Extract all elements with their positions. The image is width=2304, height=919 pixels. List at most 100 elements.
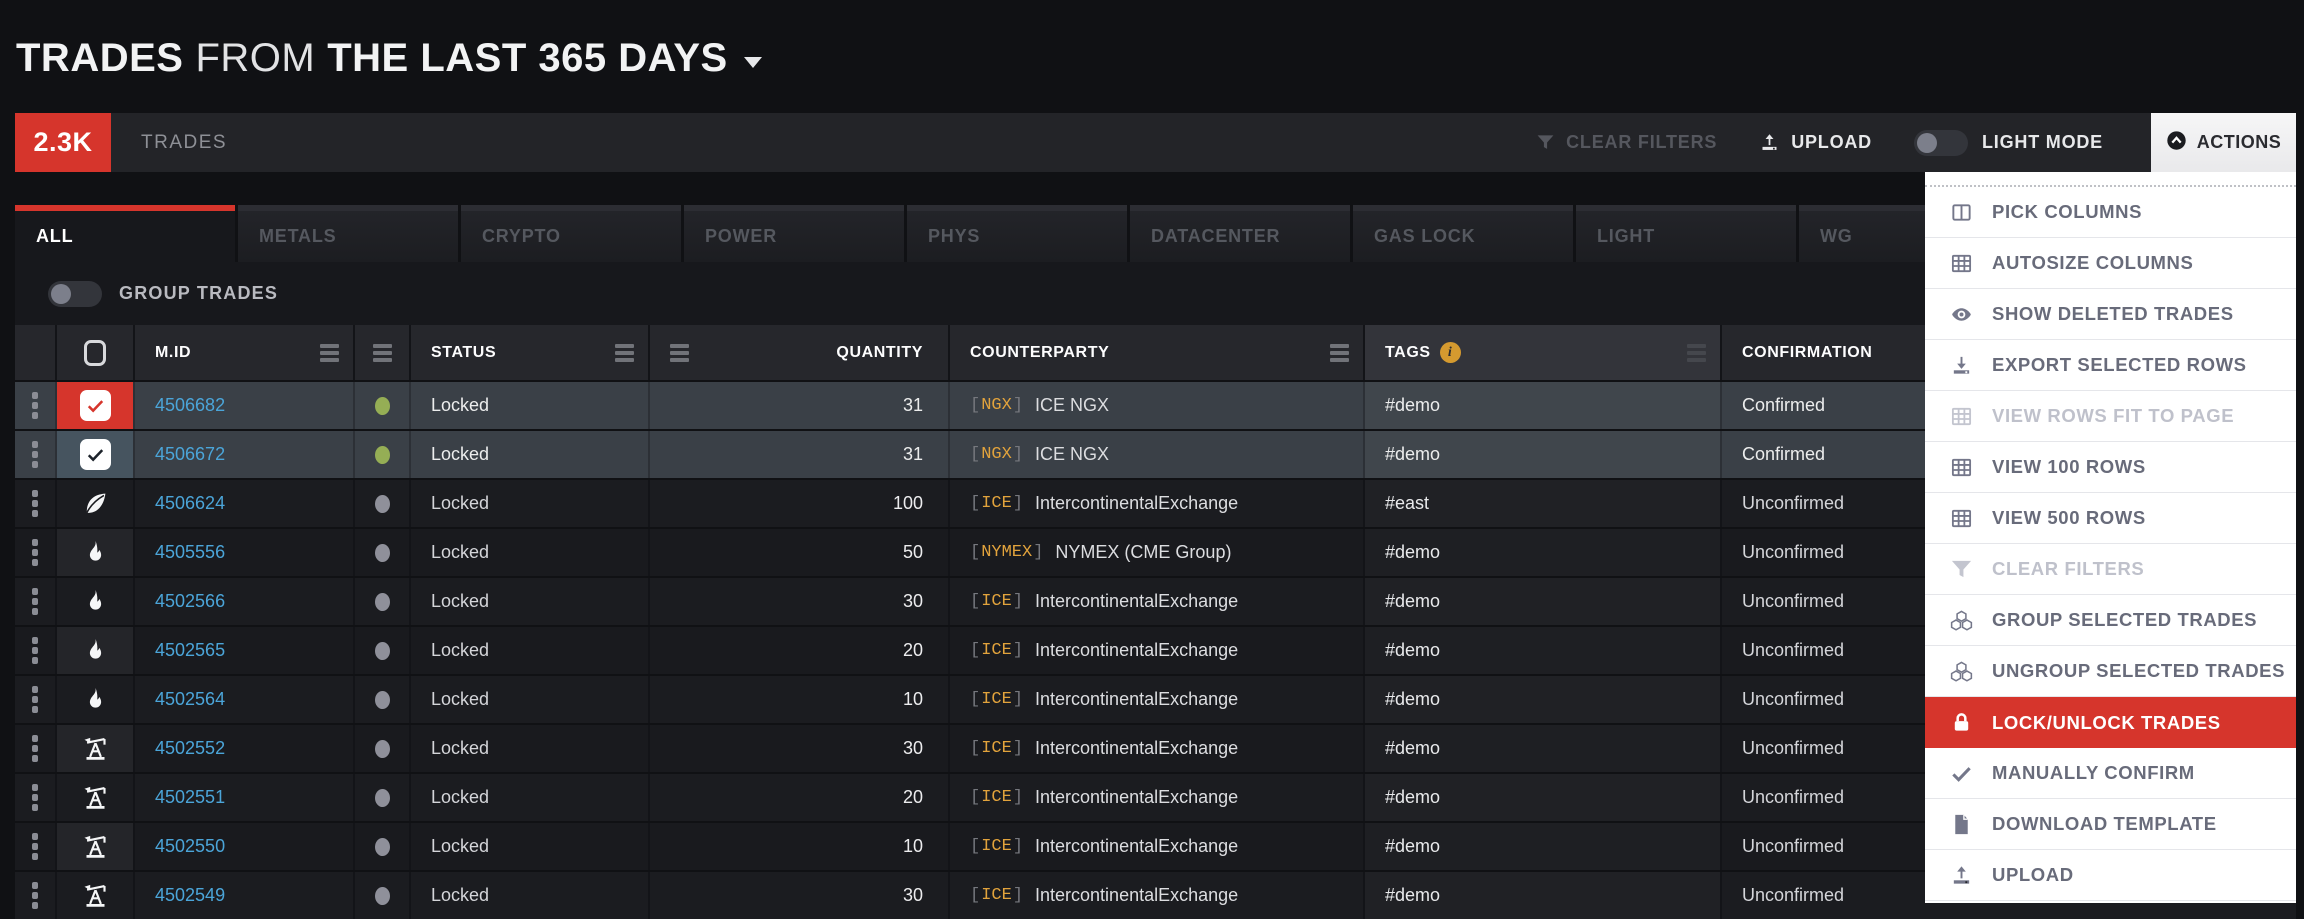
tab-metals[interactable]: METALS (238, 205, 458, 262)
tab-label: PHYS (928, 226, 980, 247)
row-select-cell[interactable] (57, 872, 135, 919)
row-kebab-menu-icon[interactable] (32, 882, 38, 909)
column-header-statusdot[interactable] (355, 325, 411, 380)
light-mode-toggle[interactable] (1914, 130, 1968, 156)
tab-datacenter[interactable]: DATACENTER (1130, 205, 1350, 262)
row-select-cell[interactable] (57, 627, 135, 674)
menu-item-label: MANUALLY CONFIRM (1992, 762, 2195, 784)
row-select-cell[interactable] (57, 676, 135, 723)
menu-item-upload[interactable]: UPLOAD (1925, 850, 2296, 901)
column-menu-icon[interactable] (1330, 344, 1349, 362)
trade-id-link[interactable]: 4506682 (155, 395, 225, 416)
trade-id-link[interactable]: 4502551 (155, 787, 225, 808)
row-select-cell[interactable] (57, 725, 135, 772)
row-kebab-menu-icon[interactable] (32, 441, 38, 468)
file-icon (1950, 813, 1973, 836)
column-header-quantity[interactable]: QUANTITY (650, 325, 950, 380)
quantity-cell: 30 (650, 725, 950, 772)
trade-id-link[interactable]: 4502565 (155, 640, 225, 661)
status-cell: Locked (411, 725, 650, 772)
column-header-status[interactable]: STATUS (411, 325, 650, 380)
trade-id-link[interactable]: 4502564 (155, 689, 225, 710)
tags-cell: #demo (1365, 382, 1722, 429)
row-checkbox-checked[interactable] (80, 390, 111, 421)
menu-item-view-500-rows[interactable]: VIEW 500 ROWS (1925, 493, 2296, 544)
row-kebab-menu-icon[interactable] (32, 686, 38, 713)
row-kebab-menu-icon[interactable] (32, 784, 38, 811)
row-kebab-menu-icon[interactable] (32, 735, 38, 762)
menu-item-export-selected-rows[interactable]: EXPORT SELECTED ROWS (1925, 340, 2296, 391)
column-menu-icon[interactable] (373, 344, 392, 362)
actions-button[interactable]: ACTIONS (2151, 113, 2296, 172)
column-menu-icon[interactable] (1687, 344, 1706, 362)
trade-id-link[interactable]: 4505556 (155, 542, 225, 563)
menu-item-label: EXPORT SELECTED ROWS (1992, 354, 2247, 376)
row-select-cell[interactable] (57, 382, 135, 429)
row-select-cell[interactable] (57, 431, 135, 478)
row-select-cell[interactable] (57, 823, 135, 870)
tab-light[interactable]: LIGHT (1576, 205, 1796, 262)
status-cell: Locked (411, 627, 650, 674)
menu-item-group-selected-trades[interactable]: GROUP SELECTED TRADES (1925, 595, 2296, 646)
header-kebab-spacer (15, 325, 57, 380)
row-kebab-menu-icon[interactable] (32, 539, 38, 566)
row-kebab-menu-icon[interactable] (32, 637, 38, 664)
tab-gas-lock[interactable]: GAS LOCK (1353, 205, 1573, 262)
counterparty-name: IntercontinentalExchange (1035, 640, 1238, 661)
row-checkbox-checked[interactable] (80, 439, 111, 470)
quantity-cell: 20 (650, 774, 950, 821)
trade-id-link[interactable]: 4502549 (155, 885, 225, 906)
column-label-confirmation: CONFIRMATION (1742, 344, 1872, 362)
counterparty-cell: ICE IntercontinentalExchange (950, 480, 1365, 527)
counterparty-cell: ICE IntercontinentalExchange (950, 872, 1365, 919)
row-kebab-menu-icon[interactable] (32, 588, 38, 615)
tab-label: GAS LOCK (1374, 226, 1475, 247)
select-all-checkbox[interactable] (57, 325, 135, 380)
row-kebab-menu-icon[interactable] (32, 490, 38, 517)
tags-info-icon[interactable]: i (1440, 342, 1461, 363)
menu-item-show-deleted-trades[interactable]: SHOW DELETED TRADES (1925, 289, 2296, 340)
trade-id-link[interactable]: 4502566 (155, 591, 225, 612)
menu-item-manually-confirm[interactable]: MANUALLY CONFIRM (1925, 748, 2296, 799)
status-dot (375, 642, 390, 660)
menu-item-download-template[interactable]: DOWNLOAD TEMPLATE (1925, 799, 2296, 850)
pick-columns-icon (1950, 201, 1973, 224)
status-cell: Locked (411, 529, 650, 576)
upload-button[interactable]: UPLOAD (1759, 132, 1872, 153)
trade-id-link[interactable]: 4506624 (155, 493, 225, 514)
column-menu-icon[interactable] (615, 344, 634, 362)
column-menu-icon[interactable] (670, 344, 689, 362)
menu-item-label: CLEAR FILTERS (1992, 558, 2144, 580)
menu-item-pick-columns[interactable]: PICK COLUMNS (1925, 187, 2296, 238)
column-header-counterparty[interactable]: COUNTERPARTY (950, 325, 1365, 380)
row-select-cell[interactable] (57, 480, 135, 527)
clear-filters-button: CLEAR FILTERS (1536, 132, 1717, 153)
tab-power[interactable]: POWER (684, 205, 904, 262)
column-label-mid: M.ID (155, 344, 191, 362)
menu-item-lock-unlock-trades[interactable]: LOCK/UNLOCK TRADES (1925, 697, 2296, 748)
quantity-cell: 30 (650, 578, 950, 625)
row-select-cell[interactable] (57, 529, 135, 576)
title-caret-down-icon[interactable] (744, 57, 762, 68)
tab-label: DATACENTER (1151, 226, 1280, 247)
trade-id-link[interactable]: 4502550 (155, 836, 225, 857)
trade-id-link[interactable]: 4502552 (155, 738, 225, 759)
row-kebab-menu-icon[interactable] (32, 833, 38, 860)
grid-icon (1950, 507, 1973, 530)
group-trades-toggle[interactable] (48, 281, 102, 307)
column-menu-icon[interactable] (320, 344, 339, 362)
column-header-mid[interactable]: M.ID (135, 325, 355, 380)
counterparty-name: IntercontinentalExchange (1035, 738, 1238, 759)
menu-item-autosize-columns[interactable]: AUTOSIZE COLUMNS (1925, 238, 2296, 289)
menu-item-view-100-rows[interactable]: VIEW 100 ROWS (1925, 442, 2296, 493)
tab-phys[interactable]: PHYS (907, 205, 1127, 262)
tab-crypto[interactable]: CRYPTO (461, 205, 681, 262)
trade-id-link[interactable]: 4506672 (155, 444, 225, 465)
column-header-tags[interactable]: TAGS i (1365, 325, 1722, 380)
menu-item-ungroup-selected-trades[interactable]: UNGROUP SELECTED TRADES (1925, 646, 2296, 697)
row-select-cell[interactable] (57, 774, 135, 821)
row-kebab-menu-icon[interactable] (32, 392, 38, 419)
row-select-cell[interactable] (57, 578, 135, 625)
menu-item-label: VIEW ROWS FIT TO PAGE (1992, 405, 2234, 427)
tab-all[interactable]: ALL (15, 205, 235, 262)
